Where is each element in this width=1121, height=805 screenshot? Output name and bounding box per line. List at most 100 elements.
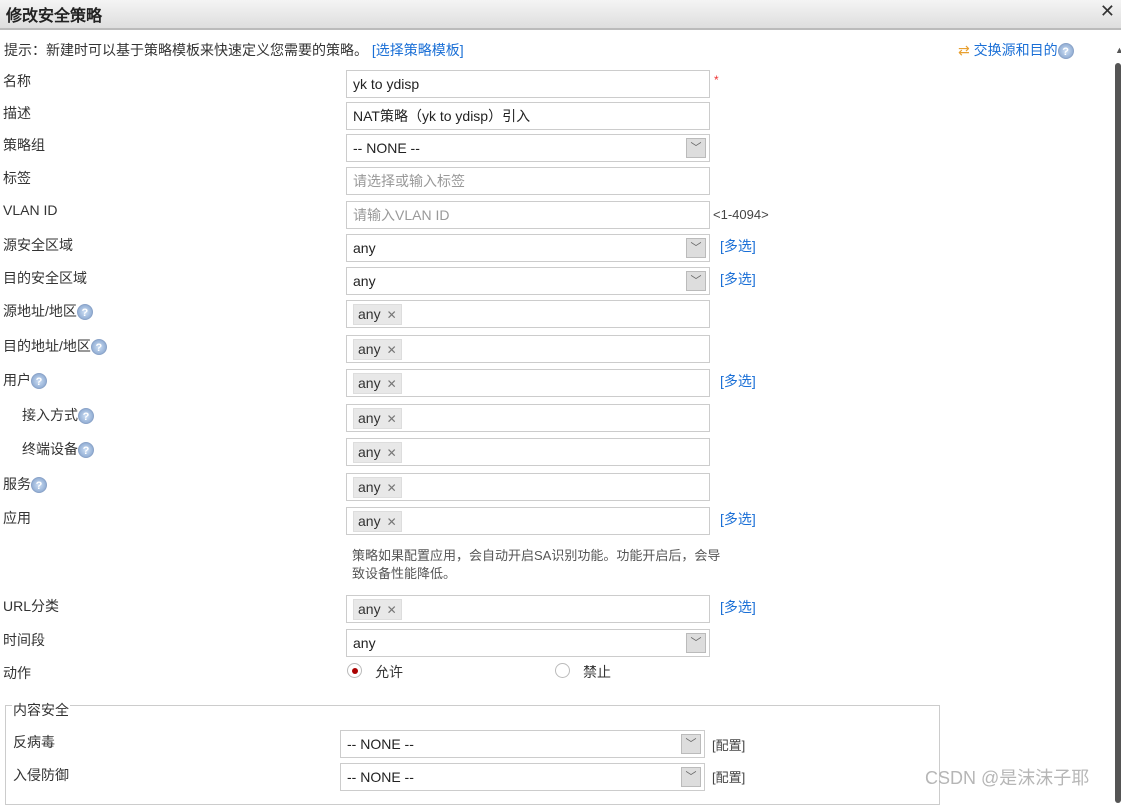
- help-icon[interactable]: ?: [1057, 43, 1074, 60]
- scrollbar[interactable]: ▲: [1115, 45, 1121, 803]
- scroll-up-icon[interactable]: ▲: [1115, 45, 1121, 55]
- url-tag-label: any: [358, 601, 381, 617]
- src-addr-label: 源地址/地区?: [3, 301, 93, 321]
- chevron-down-icon[interactable]: ﹀: [686, 271, 706, 291]
- url-multiselect-link[interactable]: [多选]: [720, 597, 756, 617]
- schedule-select[interactable]: any ﹀: [346, 629, 710, 657]
- radio-allow[interactable]: [347, 663, 362, 678]
- chevron-down-icon[interactable]: ﹀: [686, 138, 706, 158]
- user-tag: any ✕: [353, 373, 402, 394]
- url-label-text: URL分类: [3, 598, 60, 614]
- vlan-range-hint: <1-4094>: [713, 207, 769, 222]
- url-tag-input[interactable]: any ✕: [346, 595, 710, 623]
- service-tag-label: any: [358, 479, 381, 495]
- tag-label: 标签: [3, 168, 31, 188]
- vlan-label-text: VLAN ID: [3, 202, 58, 218]
- ips-config-link[interactable]: [配置]: [712, 767, 745, 786]
- app-label-text: 应用: [3, 510, 31, 526]
- required-marker: *: [714, 73, 719, 87]
- url-label: URL分类: [3, 596, 59, 616]
- antivirus-config-link[interactable]: [配置]: [712, 735, 745, 754]
- remove-tag-icon[interactable]: ✕: [387, 308, 397, 322]
- watermark: CSDN @是沫沫子耶: [925, 768, 1090, 788]
- radio-allow-label: 允许: [375, 664, 403, 680]
- src-zone-value: any: [353, 240, 376, 256]
- remove-tag-icon[interactable]: ✕: [387, 515, 397, 529]
- user-label-text: 用户: [3, 372, 31, 388]
- dst-addr-tag-input[interactable]: any ✕: [346, 335, 710, 363]
- src-addr-label-text: 源地址/地区: [3, 303, 77, 319]
- chevron-down-icon[interactable]: ﹀: [686, 238, 706, 258]
- tag-input[interactable]: 请选择或输入标签: [346, 167, 710, 195]
- content-security-legend: 内容安全: [12, 700, 70, 720]
- remove-tag-icon[interactable]: ✕: [387, 446, 397, 460]
- help-icon[interactable]: ?: [31, 373, 47, 390]
- user-tag-input[interactable]: any ✕: [346, 369, 710, 397]
- group-value: -- NONE --: [353, 140, 420, 156]
- remove-tag-icon[interactable]: ✕: [387, 377, 397, 391]
- ips-select[interactable]: -- NONE -- ﹀: [340, 763, 705, 791]
- ips-value: -- NONE --: [347, 769, 414, 785]
- dst-addr-tag-label: any: [358, 341, 381, 357]
- vlan-input[interactable]: 请输入VLAN ID: [346, 201, 710, 229]
- select-template-link[interactable]: [选择策略模板]: [372, 42, 464, 58]
- url-tag: any ✕: [353, 599, 402, 620]
- chevron-down-icon[interactable]: ﹀: [686, 633, 706, 653]
- terminal-tag-input[interactable]: any ✕: [346, 438, 710, 466]
- app-note: 策略如果配置应用，会自动开启SA识别功能。功能开启后，会导致设备性能降低。: [352, 548, 721, 581]
- group-label-text: 策略组: [3, 137, 45, 153]
- help-icon[interactable]: ?: [78, 408, 94, 425]
- desc-label: 描述: [3, 103, 31, 123]
- dst-zone-select[interactable]: any ﹀: [346, 267, 710, 295]
- group-select[interactable]: -- NONE -- ﹀: [346, 134, 710, 162]
- remove-tag-icon[interactable]: ✕: [387, 603, 397, 617]
- service-label: 服务?: [3, 474, 47, 494]
- scrollbar-thumb[interactable]: [1115, 63, 1121, 803]
- src-zone-multiselect-link[interactable]: [多选]: [720, 236, 756, 256]
- help-icon[interactable]: ?: [78, 442, 94, 459]
- user-multiselect-link[interactable]: [多选]: [720, 371, 756, 391]
- schedule-label-text: 时间段: [3, 632, 45, 648]
- access-tag-input[interactable]: any ✕: [346, 404, 710, 432]
- remove-tag-icon[interactable]: ✕: [387, 412, 397, 426]
- access-tag-label: any: [358, 410, 381, 426]
- dst-zone-multiselect-link[interactable]: [多选]: [720, 269, 756, 289]
- name-input[interactable]: yk to ydisp: [346, 70, 710, 98]
- radio-deny[interactable]: [555, 663, 570, 678]
- service-label-text: 服务: [3, 476, 31, 492]
- terminal-tag-label: any: [358, 444, 381, 460]
- src-zone-label-text: 源安全区域: [3, 237, 73, 253]
- src-zone-select[interactable]: any ﹀: [346, 234, 710, 262]
- terminal-tag: any ✕: [353, 442, 402, 463]
- chevron-down-icon[interactable]: ﹀: [681, 767, 701, 787]
- service-tag-input[interactable]: any ✕: [346, 473, 710, 501]
- user-label: 用户?: [3, 370, 47, 390]
- name-label: 名称: [3, 71, 31, 91]
- chevron-down-icon[interactable]: ﹀: [681, 734, 701, 754]
- remove-tag-icon[interactable]: ✕: [387, 481, 397, 495]
- dst-addr-label: 目的地址/地区?: [3, 336, 107, 356]
- dst-zone-value: any: [353, 273, 376, 289]
- schedule-value: any: [353, 635, 376, 651]
- dst-zone-label-text: 目的安全区域: [3, 270, 87, 286]
- desc-label-text: 描述: [3, 105, 31, 121]
- access-label: 接入方式?: [22, 405, 94, 425]
- app-tag: any ✕: [353, 511, 402, 532]
- app-multiselect-link[interactable]: [多选]: [720, 509, 756, 529]
- remove-tag-icon[interactable]: ✕: [387, 343, 397, 357]
- close-icon[interactable]: ✕: [1100, 1, 1115, 22]
- antivirus-select[interactable]: -- NONE -- ﹀: [340, 730, 705, 758]
- app-tag-input[interactable]: any ✕: [346, 507, 710, 535]
- swap-src-dst[interactable]: ⇄ 交换源和目的?: [958, 40, 1074, 60]
- dialog-title: 修改安全策略: [6, 8, 103, 25]
- help-icon[interactable]: ?: [76, 304, 93, 321]
- tip-text: 提示：新建时可以基于策略模板来快速定义您需要的策略。: [4, 42, 368, 58]
- help-icon[interactable]: ?: [90, 339, 107, 356]
- dst-addr-tag: any ✕: [353, 339, 402, 360]
- src-addr-tag-input[interactable]: any ✕: [346, 300, 710, 328]
- src-zone-label: 源安全区域: [3, 235, 73, 255]
- help-icon[interactable]: ?: [31, 477, 47, 494]
- src-addr-tag-label: any: [358, 306, 381, 322]
- desc-input[interactable]: NAT策略（yk to ydisp）引入: [346, 102, 710, 130]
- swap-link[interactable]: 交换源和目的: [974, 42, 1058, 58]
